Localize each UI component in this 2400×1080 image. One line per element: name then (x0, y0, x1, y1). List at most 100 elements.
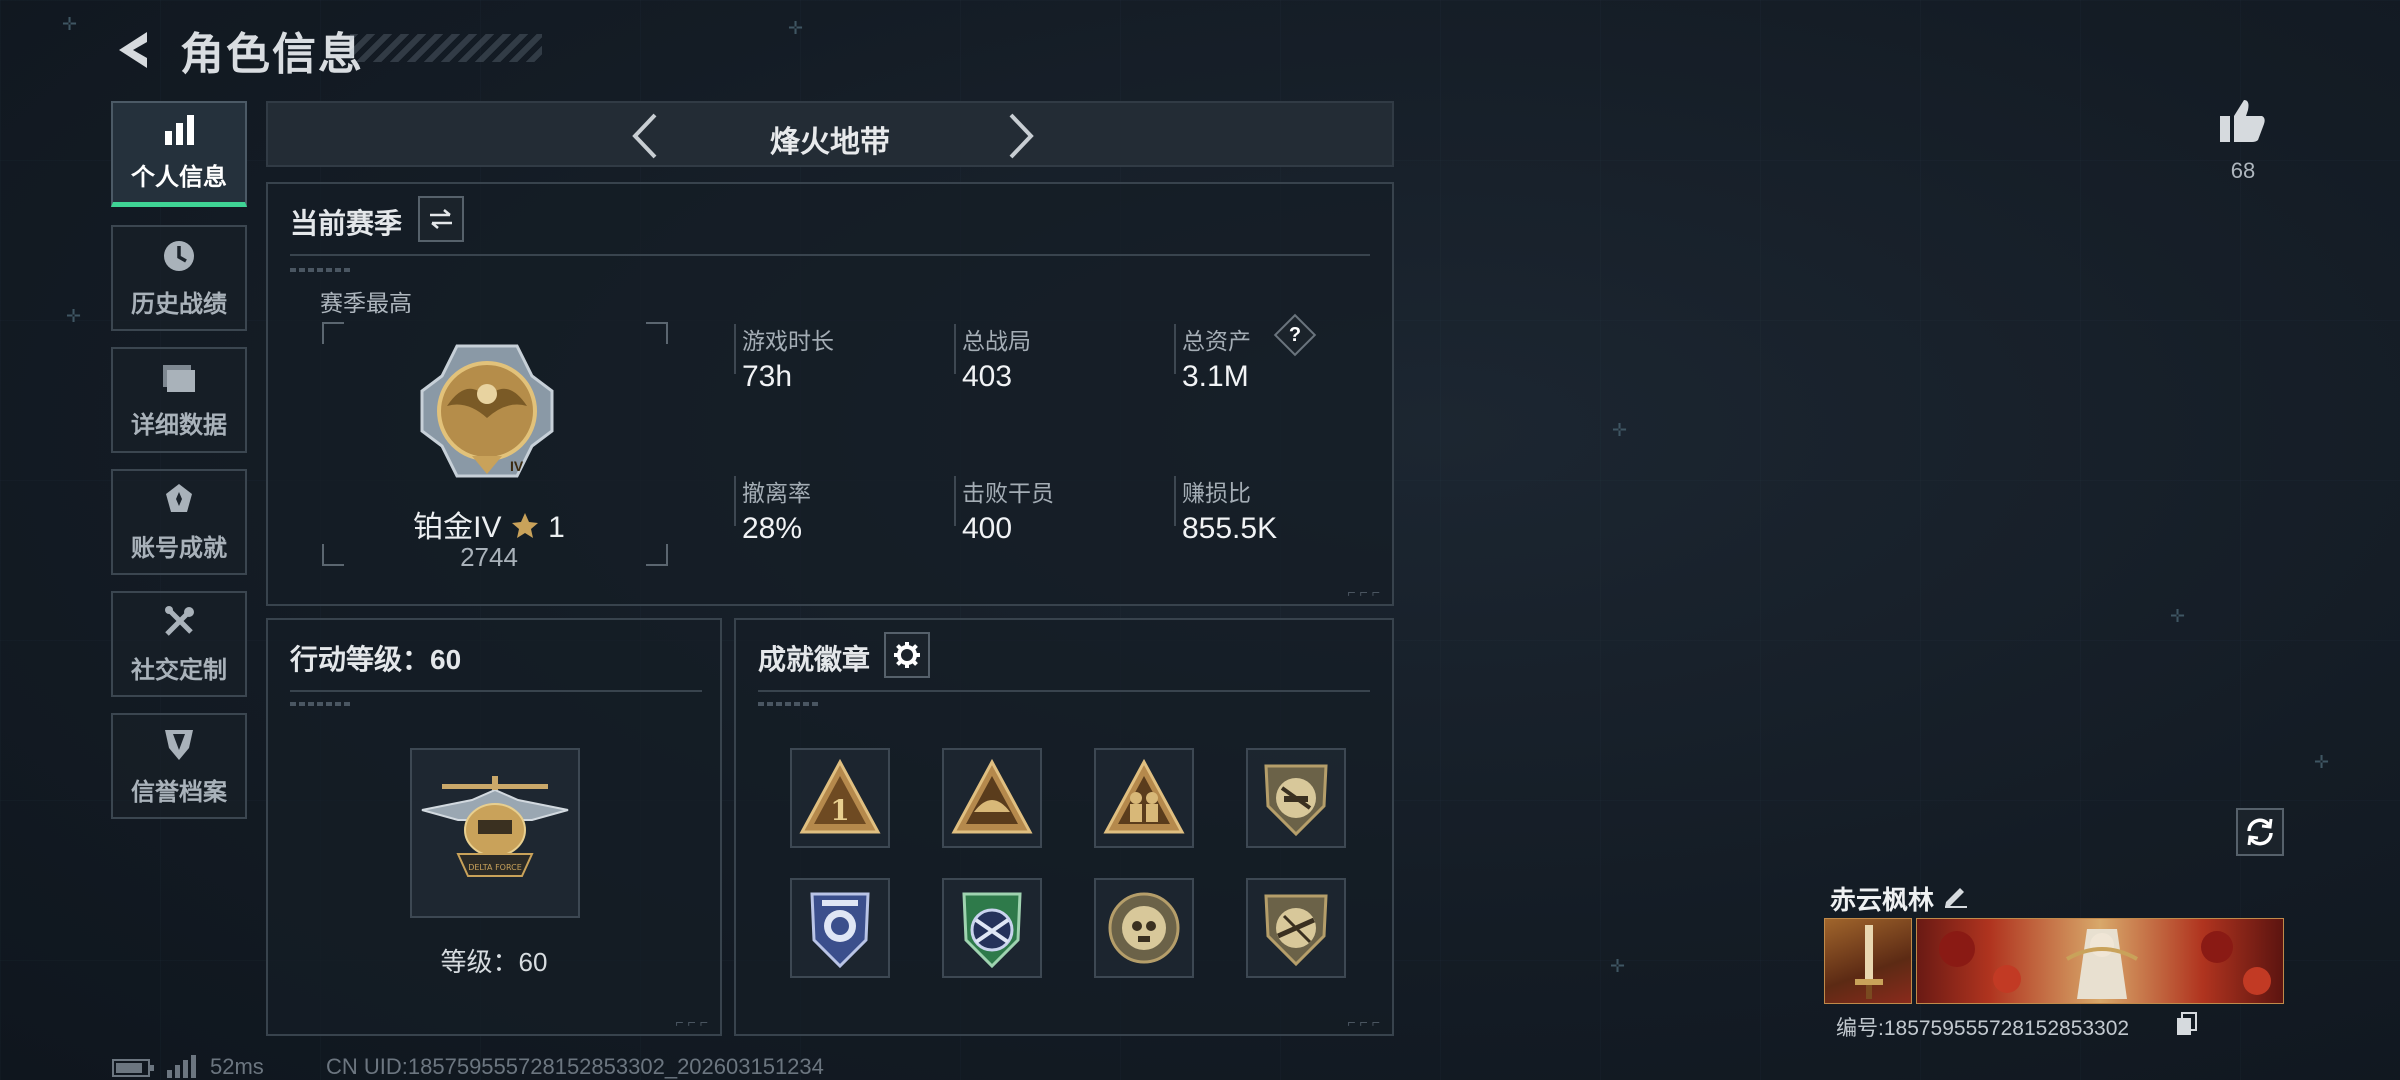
back-button[interactable] (108, 22, 158, 78)
floral-banner-icon (1939, 929, 2271, 999)
stat-label-kills: 击败干员 (962, 480, 1054, 506)
season-switch-button[interactable] (418, 196, 464, 242)
like-count: 68 (2230, 158, 2256, 183)
badge-police[interactable] (790, 878, 890, 978)
bar-chart-icon (165, 115, 194, 145)
deco-cross: ✛ (1612, 420, 1628, 441)
sidebar-item-label: 历史战绩 (131, 290, 227, 318)
season-panel: 当前赛季 赛季最高 IV 铂金IV 1 2744 游戏时长 73h 总战局 40… (266, 182, 1394, 606)
sidebar-item-history[interactable]: 历史战绩 (111, 225, 247, 331)
sidebar-item-label: 信誉档案 (131, 778, 227, 806)
stat-value-matches: 403 (962, 360, 1013, 393)
title-decoration (350, 34, 542, 62)
stat-label-matches: 总战局 (962, 328, 1031, 354)
player-banner[interactable] (1916, 918, 2284, 1004)
sidebar-item-social-custom[interactable]: 社交定制 (111, 591, 247, 697)
stat-label-profit-ratio: 赚损比 (1182, 480, 1251, 506)
battery-icon (112, 1059, 154, 1077)
deco-cross: ✛ (1610, 956, 1626, 977)
like-button[interactable] (2218, 96, 2268, 146)
rank-stars: 1 (548, 511, 565, 544)
back-arrow-icon (119, 32, 147, 68)
page-title: 角色信息 (180, 30, 364, 79)
tools-icon (165, 605, 194, 636)
badge-rifle[interactable] (1246, 878, 1346, 978)
target-shield-icon (962, 892, 1022, 969)
platinum-rank-emblem-icon (420, 344, 554, 478)
season-best-label: 赛季最高 (320, 290, 412, 316)
gear-icon (894, 642, 920, 668)
copy-id-button[interactable] (2176, 1012, 2200, 1038)
level-emblem-frame: DELTA FORCE (410, 748, 580, 918)
stat-divider (734, 324, 736, 374)
thumbs-up-icon (2220, 100, 2265, 142)
sword-icon (1855, 925, 1883, 999)
sidebar-item-label: 详细数据 (131, 411, 227, 439)
divider-ticks (758, 702, 818, 706)
stat-label-playtime: 游戏时长 (742, 328, 834, 354)
sidebar-item-reputation[interactable]: 信誉档案 (111, 713, 247, 819)
rank-numeral: IV (510, 458, 524, 474)
stat-divider (954, 324, 956, 374)
deco-cross: ✛ (2170, 606, 2186, 627)
chevron-right-icon (1009, 113, 1034, 159)
helmet-triangle-icon (951, 758, 1033, 834)
panel-corner-ticks: ⌐⌐⌐ (1347, 584, 1384, 600)
sidebar-item-label: 个人信息 (131, 164, 227, 191)
achievements-settings-button[interactable] (884, 632, 930, 678)
divider (290, 690, 702, 692)
achievements-title: 成就徽章 (758, 644, 871, 675)
level-panel: 行动等级：60 DELTA FORCE 等级：60 ⌐⌐⌐ (266, 618, 722, 1036)
sidebar-item-label: 社交定制 (131, 656, 227, 684)
panel-corner-ticks: ⌐⌐⌐ (1347, 1014, 1384, 1030)
sidebar-item-detail-data[interactable]: 详细数据 (111, 347, 247, 453)
pencil-icon (1945, 888, 1967, 908)
deco-cross: ✛ (788, 18, 804, 39)
sidebar-item-personal-info[interactable]: 个人信息 (111, 101, 247, 207)
stat-divider (1174, 324, 1176, 374)
stat-value-kills: 400 (962, 512, 1013, 545)
badge-soldiers[interactable] (1094, 748, 1194, 848)
copy-icon (2177, 1012, 2197, 1035)
rank-name: 铂金IV (413, 511, 502, 544)
rank-display: 铂金IV 1 (268, 502, 710, 546)
deco-cross: ✛ (2314, 752, 2330, 773)
mode-selector: 烽火地带 (266, 101, 1394, 167)
shield-icon (165, 729, 193, 760)
signal-icon (167, 1055, 196, 1078)
badge-helmet[interactable] (942, 748, 1042, 848)
player-avatar[interactable] (1824, 918, 1912, 1004)
frame-corner (646, 322, 668, 344)
stat-divider (734, 476, 736, 526)
season-title: 当前赛季 (290, 208, 403, 239)
refresh-button[interactable] (2236, 808, 2284, 856)
emblem-text: DELTA FORCE (468, 863, 522, 872)
clock-icon (164, 240, 194, 271)
badge-skull[interactable] (1094, 878, 1194, 978)
stat-value-assets: 3.1M (1182, 360, 1249, 393)
badge-rank-one[interactable]: 1 (790, 748, 890, 848)
folder-icon (163, 364, 195, 392)
stat-value-profit-ratio: 855.5K (1182, 512, 1278, 545)
badge-no-gun[interactable] (1246, 748, 1346, 848)
badge-target[interactable] (942, 878, 1042, 978)
mode-next-button[interactable] (998, 111, 1044, 161)
divider (290, 254, 1370, 256)
skull-round-icon (1108, 892, 1180, 964)
sidebar-item-account-achievements[interactable]: 账号成就 (111, 469, 247, 575)
edit-name-button[interactable] (1942, 880, 1972, 910)
refresh-icon (2247, 818, 2273, 846)
stat-value-extract-rate: 28% (742, 512, 803, 545)
level-title: 行动等级：60 (290, 644, 462, 675)
stat-value-playtime: 73h (742, 360, 793, 393)
stat-divider (1174, 476, 1176, 526)
level-label: 等级：60 (440, 947, 548, 977)
mode-title: 烽火地带 (770, 126, 890, 159)
achievements-panel: 成就徽章 1 ⌐⌐⌐ (734, 618, 1394, 1036)
deco-cross: ✛ (66, 306, 82, 327)
swap-icon (430, 209, 452, 229)
ping-text: 52ms (210, 1054, 264, 1079)
frame-corner (322, 322, 344, 344)
rank-score: 2744 (460, 542, 518, 572)
sidebar-item-label: 账号成就 (131, 534, 227, 562)
